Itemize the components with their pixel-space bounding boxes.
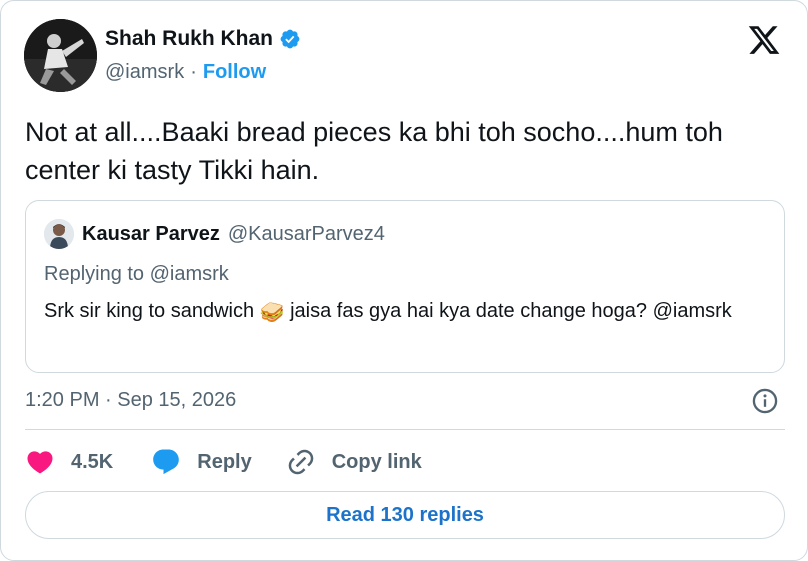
- copy-link-button[interactable]: Copy link: [286, 447, 422, 477]
- follow-button[interactable]: Follow: [203, 61, 266, 84]
- action-bar: 4.5K Reply Copy link: [25, 445, 422, 479]
- read-replies-button[interactable]: Read 130 replies: [25, 491, 785, 539]
- sandwich-emoji: 🥪: [259, 302, 285, 324]
- read-replies-label: Read 130 replies: [326, 503, 484, 526]
- author-avatar[interactable]: [24, 19, 97, 92]
- separator-dot: ·: [190, 61, 197, 83]
- quoted-text-before: Srk sir king to sandwich: [44, 300, 260, 322]
- tweet-text: Not at all....Baaki bread pieces ka bhi …: [25, 117, 723, 185]
- replying-to-text: Replying to @iamsrk: [44, 263, 229, 285]
- quoted-name-row: Kausar Parvez @KausarParvez4: [82, 223, 385, 246]
- verified-badge-icon: [280, 29, 300, 49]
- like-count: 4.5K: [71, 450, 114, 473]
- author-name-row: Shah Rukh Khan: [105, 27, 301, 51]
- divider: [25, 429, 785, 430]
- quoted-text: Srk sir king to sandwich 🥪 jaisa fas gya…: [44, 295, 764, 329]
- tweet-timestamp[interactable]: 1:20 PM · Sep 15, 2026: [25, 389, 236, 412]
- tweet-embed-card: Shah Rukh Khan @iamsrk · Follow Not at a…: [0, 0, 808, 561]
- like-button[interactable]: 4.5K: [25, 447, 113, 477]
- quoted-display-name[interactable]: Kausar Parvez: [82, 223, 220, 246]
- author-display-name[interactable]: Shah Rukh Khan: [105, 27, 273, 51]
- reply-label: Reply: [197, 450, 252, 473]
- quoted-author-avatar[interactable]: [44, 219, 74, 249]
- quoted-tweet[interactable]: Kausar Parvez @KausarParvez4 Replying to…: [25, 200, 785, 373]
- heart-icon: [27, 451, 53, 474]
- reply-button[interactable]: Reply: [151, 447, 252, 477]
- copy-link-label: Copy link: [331, 450, 422, 473]
- author-handle-row: @iamsrk · Follow: [105, 61, 266, 84]
- info-icon[interactable]: [751, 387, 779, 415]
- reply-bubble-icon: [153, 449, 180, 475]
- quoted-text-after: jaisa fas gya hai kya date change hoga? …: [284, 300, 732, 322]
- x-logo-icon[interactable]: [747, 23, 781, 57]
- quoted-handle[interactable]: @KausarParvez4: [228, 223, 385, 246]
- link-icon: [288, 449, 314, 475]
- author-handle[interactable]: @iamsrk: [105, 61, 184, 84]
